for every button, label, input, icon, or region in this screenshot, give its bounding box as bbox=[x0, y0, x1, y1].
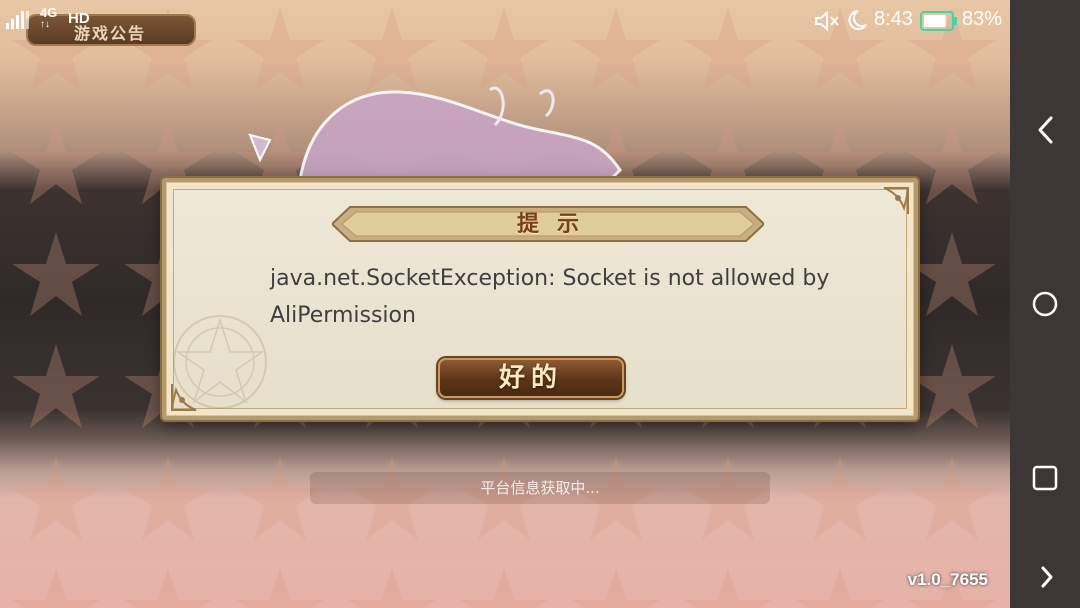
dialog-title: 提示 bbox=[516, 211, 597, 237]
recent-apps-icon[interactable] bbox=[1020, 453, 1070, 503]
navigation-bar bbox=[1010, 0, 1080, 608]
back-icon[interactable] bbox=[1020, 105, 1070, 155]
ok-button[interactable]: 好的 bbox=[438, 358, 624, 398]
chevron-right-icon[interactable] bbox=[1020, 552, 1070, 602]
home-icon[interactable] bbox=[1020, 279, 1070, 329]
phone-screen: 游戏公告 平台信息获取中... v1.0_7655 4G ↑↓ HD 8:43 bbox=[0, 0, 1080, 608]
corner-ornament-icon bbox=[170, 384, 197, 411]
alert-dialog: 提示 java.net.SocketException: Socket is n… bbox=[160, 176, 920, 422]
ok-button-label: 好的 bbox=[498, 363, 563, 393]
corner-ornament-icon bbox=[883, 187, 910, 214]
dialog-title-bar: 提示 bbox=[332, 206, 764, 242]
dialog-message: java.net.SocketException: Socket is not … bbox=[270, 266, 830, 328]
